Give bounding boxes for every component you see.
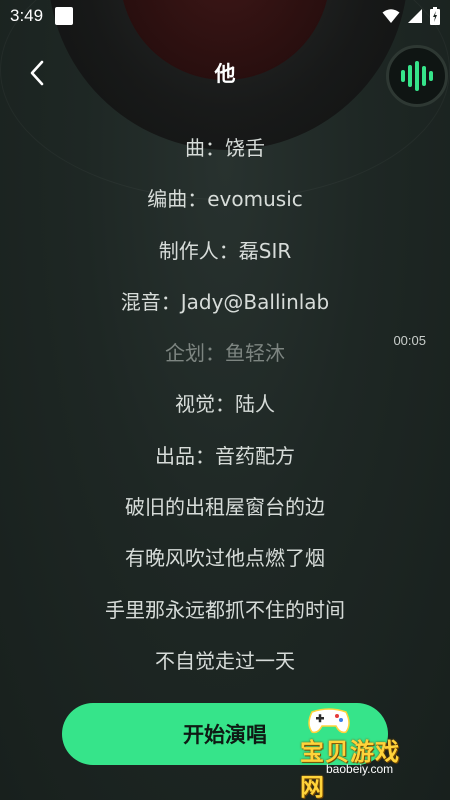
lyric-line: 编曲：evomusic	[147, 187, 303, 212]
page-title: 他	[214, 62, 236, 86]
lyric-line: 制作人：磊SIR	[158, 238, 292, 263]
playback-timestamp: 00:05	[393, 333, 426, 348]
status-time: 3:49	[10, 6, 44, 25]
lyric-line: 视觉：陆人	[175, 392, 275, 417]
lyric-line: 混音：Jady@Ballinlab	[120, 289, 330, 314]
battery-icon	[430, 7, 440, 25]
lyric-line: 破旧的出租屋窗台的边	[125, 495, 325, 520]
voice-button[interactable]	[386, 45, 448, 107]
signal-icon	[408, 9, 422, 23]
lyric-line: 不自觉走过一天	[155, 648, 295, 673]
notification-icon	[55, 7, 74, 25]
lyric-line: 曲：饶舌	[185, 136, 265, 160]
lyric-line: 有晚风吹过他点燃了烟	[125, 546, 325, 571]
watermark-url: baobeiy.com	[326, 762, 394, 776]
lyrics-list: 曲：饶舌 编曲：evomusic 制作人：磊SIR 混音：Jady@Ballin…	[0, 128, 450, 692]
wifi-icon	[382, 9, 400, 23]
status-bar: 3:49	[0, 0, 450, 32]
watermark-logo: 宝贝游戏网 baobeiy.com	[278, 702, 418, 800]
sound-wave-icon	[401, 61, 433, 91]
lyric-line: 出品：音药配方	[155, 443, 295, 468]
lyric-line: 手里那永远都抓不住的时间	[105, 597, 345, 622]
status-icons	[382, 7, 440, 25]
lyric-line: 企划：鱼轻沐	[165, 341, 285, 366]
